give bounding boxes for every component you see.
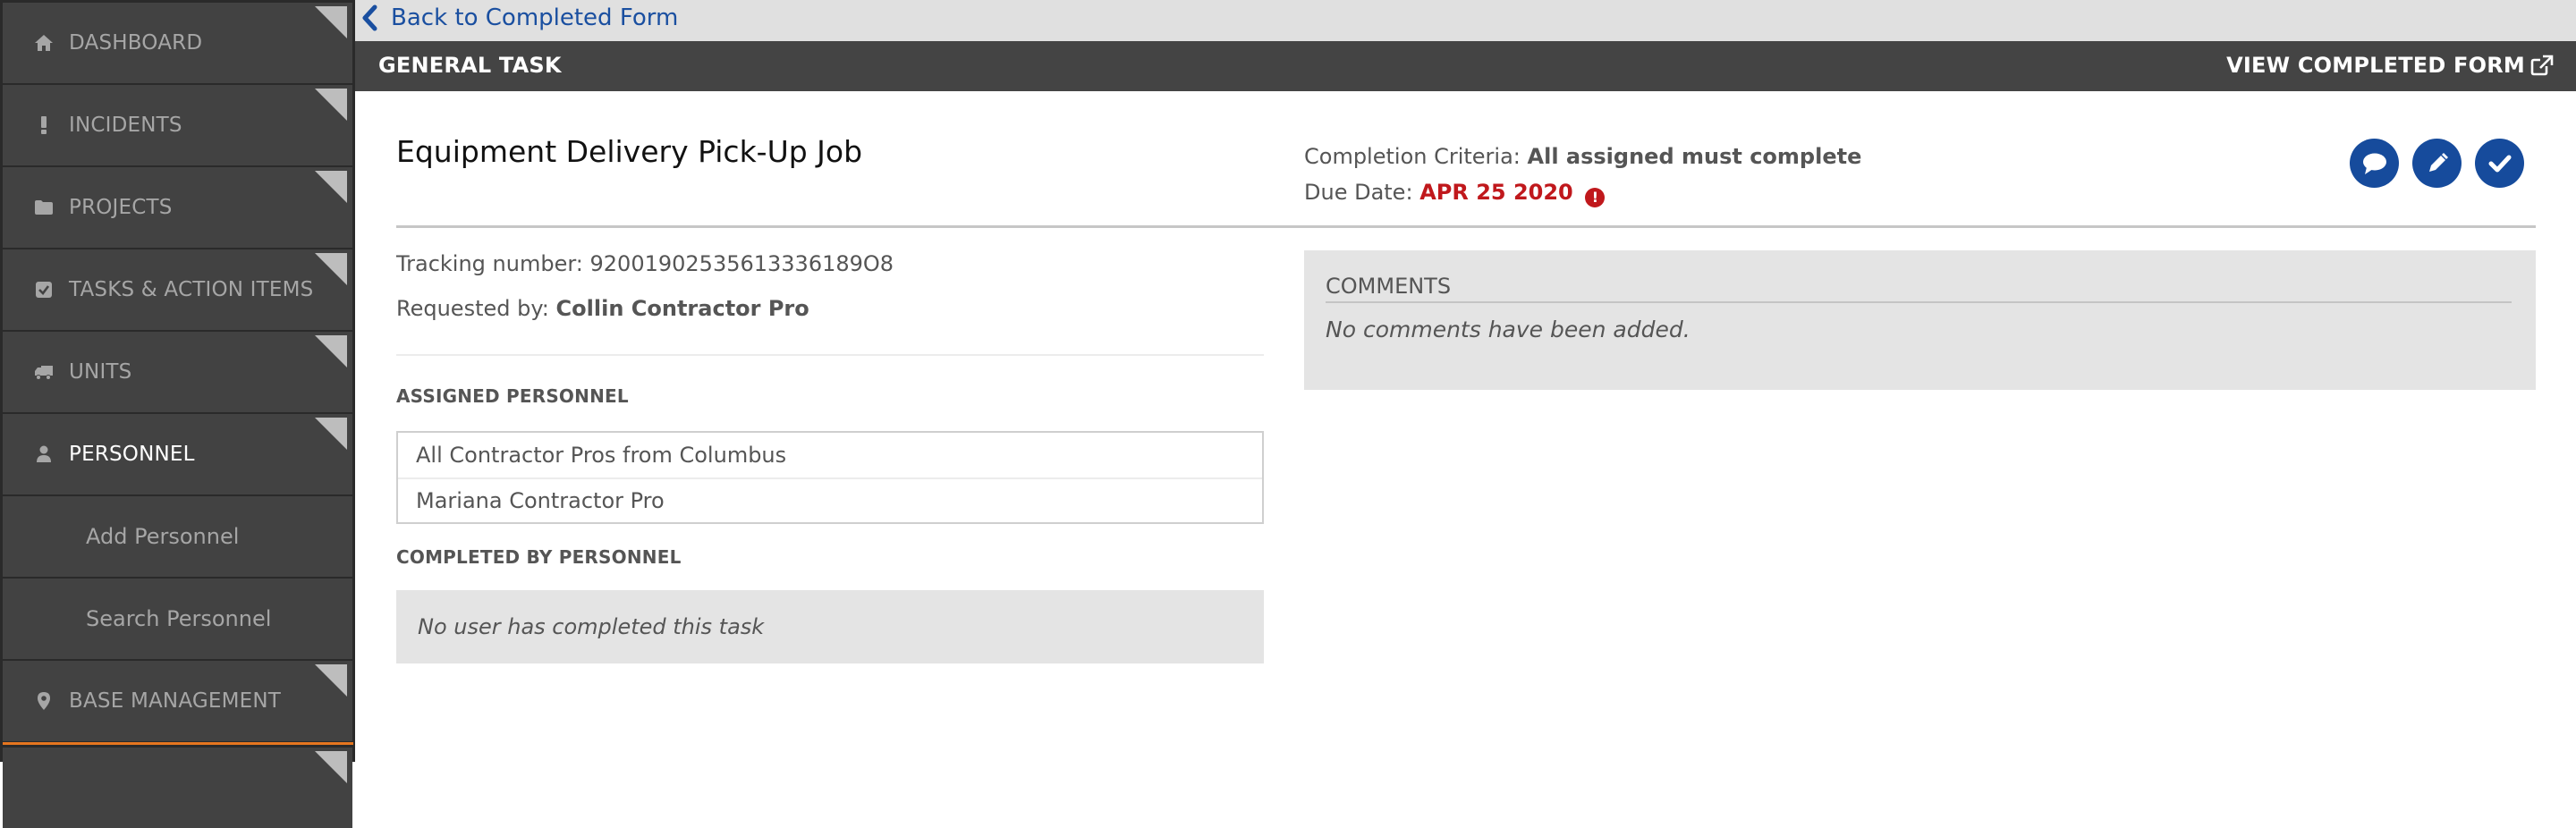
due-date: Due Date: APR 25 2020 ! [1304,174,1861,210]
comments-heading: COMMENTS [1326,274,1452,299]
sidebar-item-label: Add Personnel [86,524,240,549]
list-item: All Contractor Pros from Columbus [416,443,787,468]
expand-corner-icon[interactable] [315,664,347,697]
home-icon [33,32,55,54]
expand-corner-icon[interactable] [315,253,347,285]
back-link-label: Back to Completed Form [391,4,679,31]
requested-by: Requested by: Collin Contractor Pro [396,296,809,321]
folder-icon [33,197,55,218]
tracking-number-value: 92001902535613336189O8 [589,251,894,276]
truck-icon [33,361,55,383]
due-date-value: APR 25 2020 [1419,180,1573,205]
completion-criteria: Completion Criteria: All assigned must c… [1304,139,1861,174]
main-content: Back to Completed Form GENERAL TASK VIEW… [355,0,2576,762]
back-to-completed-form-link[interactable]: Back to Completed Form [360,4,678,31]
task-meta: Completion Criteria: All assigned must c… [1304,139,1861,210]
completion-criteria-label: Completion Criteria: [1304,144,1521,169]
check-icon [2488,155,2511,172]
sidebar-item-base-management[interactable]: BASE MANAGEMENT [3,661,352,741]
sidebar: DASHBOARD INCIDENTS PROJECTS TASKS & ACT… [0,0,355,828]
exclamation-icon [33,114,55,136]
sidebar-item-dashboard[interactable]: DASHBOARD [3,3,352,83]
sidebar-item-incidents[interactable]: INCIDENTS [3,85,352,165]
due-date-label: Due Date: [1304,180,1413,205]
list-item: Mariana Contractor Pro [398,477,1262,522]
expand-corner-icon[interactable] [315,6,347,38]
comment-icon [2362,153,2386,174]
task-title: Equipment Delivery Pick-Up Job [396,134,863,169]
task-type-title: GENERAL TASK [378,53,562,78]
breadcrumb-bar: Back to Completed Form [355,0,2576,41]
tracking-number-label: Tracking number: [396,251,583,276]
expand-corner-icon[interactable] [315,751,347,783]
sidebar-subitem-search-personnel[interactable]: Search Personnel [3,579,352,659]
completion-criteria-value: All assigned must complete [1527,144,1862,169]
sidebar-item-label: Search Personnel [86,606,272,631]
divider [396,225,2536,228]
sidebar-item-label: INCIDENTS [69,114,182,137]
completed-by-empty-state: No user has completed this task [396,590,1264,663]
active-section-marker [3,742,353,745]
sidebar-item-label: TASKS & ACTION ITEMS [69,278,314,301]
sidebar-item-label: DASHBOARD [69,31,203,55]
task-header-bar: GENERAL TASK VIEW COMPLETED FORM [355,41,2576,91]
sidebar-item-units[interactable]: UNITS [3,332,352,412]
edit-task-button[interactable] [2412,139,2462,188]
sidebar-subitem-add-personnel[interactable]: Add Personnel [3,496,352,577]
comments-panel: COMMENTS No comments have been added. [1304,250,2536,390]
sidebar-item-label: PROJECTS [69,196,173,219]
requested-by-value: Collin Contractor Pro [555,296,809,321]
user-icon [33,444,55,465]
pencil-icon [2428,152,2448,172]
overdue-alert-icon: ! [1585,188,1606,207]
external-link-icon [2530,55,2554,76]
sidebar-item-projects[interactable]: PROJECTS [3,167,352,248]
map-marker-icon [33,690,55,712]
add-comment-button[interactable] [2350,139,2399,188]
sidebar-item-tasks[interactable]: TASKS & ACTION ITEMS [3,249,352,330]
expand-corner-icon[interactable] [315,89,347,121]
sidebar-item-next[interactable] [3,748,352,828]
expand-corner-icon[interactable] [315,171,347,203]
assigned-personnel-list: All Contractor Pros from Columbus Marian… [396,431,1264,524]
requested-by-label: Requested by: [396,296,549,321]
complete-task-button[interactable] [2475,139,2524,188]
divider [1326,301,2512,303]
sidebar-item-label: BASE MANAGEMENT [69,689,282,713]
view-completed-form-link[interactable]: VIEW COMPLETED FORM [2226,53,2554,78]
tracking-number: Tracking number: 92001902535613336189O8 [396,251,894,276]
completed-by-personnel-heading: COMPLETED BY PERSONNEL [396,546,682,568]
comments-empty-state: No comments have been added. [1326,317,1690,342]
chevron-left-icon [362,4,377,31]
expand-corner-icon[interactable] [315,418,347,450]
checkbox-icon [33,279,55,300]
divider [396,354,1264,356]
sidebar-item-label: PERSONNEL [69,443,195,466]
sidebar-item-label: UNITS [69,360,132,384]
assigned-personnel-heading: ASSIGNED PERSONNEL [396,385,629,407]
sidebar-item-personnel[interactable]: PERSONNEL [3,414,352,494]
view-completed-form-label: VIEW COMPLETED FORM [2226,53,2525,78]
expand-corner-icon[interactable] [315,335,347,368]
